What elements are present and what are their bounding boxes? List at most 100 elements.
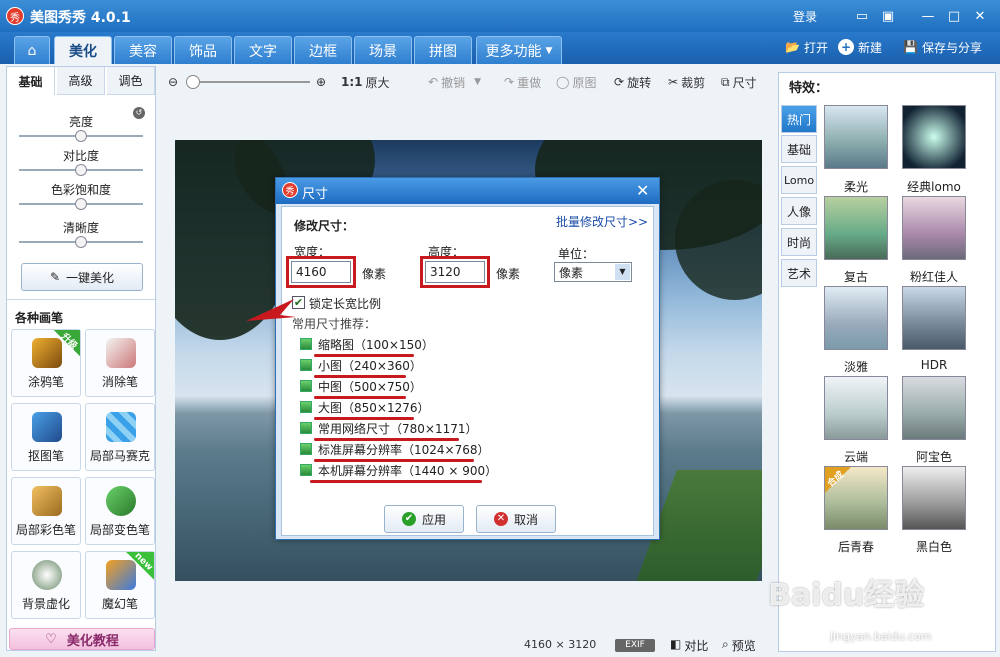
subtab-basic[interactable]: 基础 xyxy=(7,67,55,95)
tab-face[interactable]: 美容 xyxy=(114,36,172,64)
effect-category-portrait[interactable]: 人像 xyxy=(781,197,817,225)
preset-item[interactable]: 大图（850×1276） xyxy=(300,398,430,416)
beautify-tutorial-button[interactable]: ♡ 美化教程 xyxy=(9,628,155,650)
open-label: 打开 xyxy=(803,40,828,55)
magic-brush-button[interactable]: new 魔幻笔 xyxy=(85,551,155,619)
effect-thumb[interactable] xyxy=(902,376,966,440)
rotate-button[interactable]: ⟳ 旋转 xyxy=(614,74,651,90)
effect-thumb[interactable] xyxy=(824,196,888,260)
zoom-out-button[interactable]: ⊖ xyxy=(168,74,178,90)
image-icon xyxy=(300,401,312,413)
resize-button[interactable]: ⧉ 尺寸 xyxy=(721,74,757,90)
subtab-color[interactable]: 调色 xyxy=(107,67,155,95)
effect-thumb[interactable]: 合成 xyxy=(824,466,888,530)
saturation-slider[interactable] xyxy=(19,198,143,210)
effect-thumb[interactable] xyxy=(824,105,888,169)
effect-thumb[interactable] xyxy=(824,376,888,440)
background-blur-button[interactable]: 背景虚化 xyxy=(11,551,81,619)
brightness-slider[interactable] xyxy=(19,130,143,142)
original-size-button[interactable]: 1:1 原大 xyxy=(341,74,390,90)
dialog-close-icon[interactable]: ✕ xyxy=(636,181,649,200)
preset-item[interactable]: 常用网络尺寸（780×1171） xyxy=(300,419,478,437)
tab-beautify[interactable]: 美化 xyxy=(54,36,112,64)
preset-item[interactable]: 缩略图（100×150） xyxy=(300,335,434,353)
effect-thumb[interactable] xyxy=(902,286,966,350)
eraser-icon xyxy=(106,338,136,368)
local-color-brush-button[interactable]: 局部彩色笔 xyxy=(11,477,81,545)
height-unit: 像素 xyxy=(496,267,521,281)
tab-scene[interactable]: 场景 xyxy=(354,36,412,64)
unit-select[interactable]: 像素 ▼ xyxy=(554,262,632,282)
eraser-brush-button[interactable]: 消除笔 xyxy=(85,329,155,397)
effect-thumb[interactable] xyxy=(902,196,966,260)
open-button[interactable]: 📂 打开 xyxy=(785,37,828,57)
effect-label: 云端 xyxy=(843,450,868,464)
effect-thumb[interactable] xyxy=(902,466,966,530)
main-tab-bar: ⌂ 美化 美容 饰品 文字 边框 场景 拼图 更多功能 ▼ 📂 打开 + 新建 💾 保存… xyxy=(0,32,1000,64)
tab-frame[interactable]: 边框 xyxy=(294,36,352,64)
effect-category-lomo[interactable]: Lomo xyxy=(781,166,817,194)
zoom-in-icon: ⊕ xyxy=(316,75,327,89)
slider-knob[interactable] xyxy=(75,198,87,210)
tab-more[interactable]: 更多功能 ▼ xyxy=(476,36,562,64)
original-image-button[interactable]: ◯ 原图 xyxy=(556,74,596,90)
preset-item[interactable]: 中图（500×750） xyxy=(300,377,422,395)
preview-button[interactable]: ⌕ 预览 xyxy=(722,637,756,654)
batch-resize-link[interactable]: 批量修改尺寸>> xyxy=(556,213,648,230)
new-button[interactable]: + 新建 xyxy=(838,37,882,57)
effect-category-art[interactable]: 艺术 xyxy=(781,259,817,287)
local-recolor-brush-button[interactable]: 局部变色笔 xyxy=(85,477,155,545)
one-click-beautify-button[interactable]: ✎ 一键美化 xyxy=(21,263,143,291)
feedback-icon[interactable]: ▭ xyxy=(852,6,872,26)
effect-label: 复古 xyxy=(843,270,868,284)
preset-label: 大图（850×1276） xyxy=(318,400,430,415)
home-tab[interactable]: ⌂ xyxy=(14,36,50,64)
zoom-in-button[interactable]: ⊕ xyxy=(316,74,326,90)
close-icon[interactable]: ✕ xyxy=(970,6,990,26)
height-input[interactable]: 3120 xyxy=(425,261,485,283)
preset-item[interactable]: 小图（240×360） xyxy=(300,356,422,374)
slider-knob[interactable] xyxy=(75,236,87,248)
slider-knob[interactable] xyxy=(75,130,87,142)
tab-accessories[interactable]: 饰品 xyxy=(174,36,232,64)
apply-button[interactable]: ✔ 应用 xyxy=(384,505,464,533)
red-arrow-annotation xyxy=(246,299,296,321)
doodle-brush-button[interactable]: 升级 涂鸦笔 xyxy=(11,329,81,397)
contrast-slider[interactable] xyxy=(19,164,143,176)
effect-category-fashion[interactable]: 时尚 xyxy=(781,228,817,256)
preset-item[interactable]: 标准屏幕分辨率（1024×768） xyxy=(300,440,490,458)
crop-button[interactable]: ✂ 裁剪 xyxy=(668,74,705,90)
skin-icon[interactable]: ▣ xyxy=(878,6,898,26)
mosaic-brush-button[interactable]: 局部马赛克 xyxy=(85,403,155,471)
divider xyxy=(7,299,155,300)
sharpness-slider[interactable] xyxy=(19,236,143,248)
minimize-icon[interactable]: — xyxy=(918,6,938,26)
tab-collage[interactable]: 拼图 xyxy=(414,36,472,64)
chevron-down-icon: ▼ xyxy=(615,264,630,280)
subtab-advanced[interactable]: 高级 xyxy=(57,67,105,95)
effect-category-hot[interactable]: 热门 xyxy=(781,105,817,133)
maximize-icon[interactable]: □ xyxy=(944,6,964,26)
effect-thumb[interactable] xyxy=(824,286,888,350)
effects-title: 特效： xyxy=(789,81,829,96)
resize-icon: ⧉ xyxy=(721,74,730,89)
cancel-button[interactable]: ✕ 取消 xyxy=(476,505,556,533)
scissors-icon: ✂ xyxy=(668,75,679,89)
save-share-button[interactable]: 💾 保存与分享 xyxy=(903,37,982,57)
slider-knob[interactable] xyxy=(75,164,87,176)
effect-category-basic[interactable]: 基础 xyxy=(781,135,817,163)
left-panel: 基础 高级 调色 ↺ 亮度 对比度 色彩饱和度 清晰度 ✎ 一键美化 各种画笔 升… xyxy=(6,66,156,651)
compare-button[interactable]: ◧ 对比 xyxy=(670,637,708,654)
cutout-brush-button[interactable]: 抠图笔 xyxy=(11,403,81,471)
zoom-slider[interactable] xyxy=(186,75,310,89)
zoom-slider-knob[interactable] xyxy=(186,75,200,89)
login-link[interactable]: 登录 xyxy=(793,8,817,25)
dialog-title: 尺寸 xyxy=(302,187,329,202)
width-input[interactable]: 4160 xyxy=(291,261,351,283)
exif-button[interactable]: EXIF xyxy=(615,639,655,652)
tab-text[interactable]: 文字 xyxy=(234,36,292,64)
redo-button[interactable]: ↷ 重做 xyxy=(504,74,541,90)
effect-thumb[interactable] xyxy=(902,105,966,169)
undo-button[interactable]: ↶ 撤销 ▼ xyxy=(428,74,481,90)
preset-item[interactable]: 本机屏幕分辨率（1440 × 900） xyxy=(300,461,497,479)
